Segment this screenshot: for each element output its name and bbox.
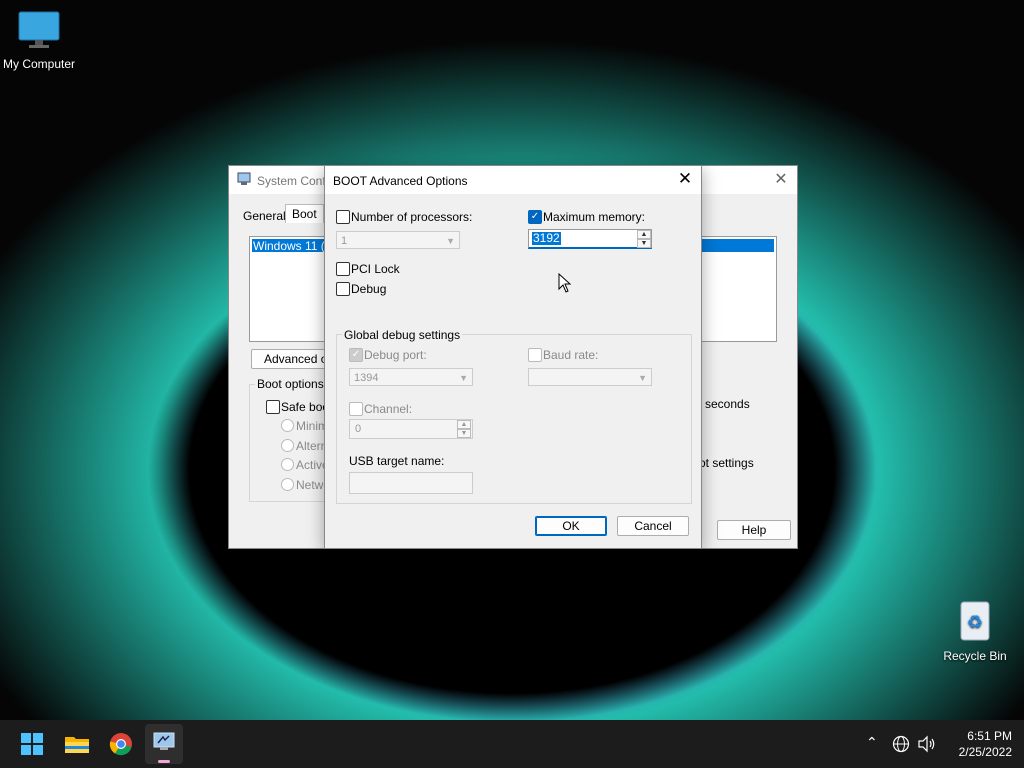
channel-spin-up-button[interactable]: ▲ xyxy=(457,420,471,429)
seconds-label: seconds xyxy=(705,397,750,411)
msconfig-app-icon xyxy=(237,172,251,185)
volume-icon[interactable] xyxy=(917,735,937,753)
clock-date: 2/25/2022 xyxy=(958,745,1012,759)
clock[interactable]: 6:51 PM 2/25/2022 xyxy=(940,728,1012,760)
memory-spin-up-button[interactable]: ▲ xyxy=(637,230,651,239)
debug-port-label: Debug port: xyxy=(364,348,427,362)
boot-advanced-options-dialog: BOOT Advanced Options ✕ Number of proces… xyxy=(324,165,702,549)
safe-boot-label: Safe boo xyxy=(281,400,330,414)
desktop-icon-label: My Computer xyxy=(2,57,76,71)
network-globe-icon[interactable] xyxy=(892,735,910,753)
debug-checkbox[interactable] xyxy=(336,282,350,296)
file-explorer-icon[interactable] xyxy=(63,730,91,758)
help-button[interactable]: Help xyxy=(717,520,791,540)
cancel-button[interactable]: Cancel xyxy=(617,516,689,536)
window-title: System Conf xyxy=(257,174,326,188)
number-of-processors-checkbox[interactable] xyxy=(336,210,350,224)
debug-label: Debug xyxy=(351,282,387,296)
desktop-icon-recycle-bin[interactable]: ♻ Recycle Bin xyxy=(942,598,1008,663)
selected-value: 1394 xyxy=(354,372,379,384)
clock-time: 6:51 PM xyxy=(967,729,1012,743)
ok-button[interactable]: OK xyxy=(535,516,607,536)
chrome-icon[interactable] xyxy=(107,730,135,758)
baud-rate-checkbox[interactable] xyxy=(528,348,542,362)
close-icon[interactable]: ✕ xyxy=(771,170,791,190)
boot-settings-label: ot settings xyxy=(699,456,754,470)
pci-lock-checkbox[interactable] xyxy=(336,262,350,276)
baud-rate-select[interactable]: ▼ xyxy=(528,368,652,386)
pci-lock-label: PCI Lock xyxy=(351,262,400,276)
usb-target-name-label: USB target name: xyxy=(349,454,445,468)
maximum-memory-label: Maximum memory: xyxy=(543,210,646,224)
radio-alternate-shell[interactable] xyxy=(281,439,294,452)
debug-port-checkbox[interactable]: ✓ xyxy=(349,348,363,362)
channel-label: Channel: xyxy=(364,402,413,416)
active-indicator xyxy=(158,760,170,763)
radio-network[interactable] xyxy=(281,478,294,491)
monitor-icon xyxy=(18,11,60,48)
chevron-down-icon: ▼ xyxy=(459,373,468,383)
channel-field[interactable]: 0 xyxy=(349,419,473,439)
active-app-highlight[interactable] xyxy=(145,724,183,764)
desktop-icon-label: Recycle Bin xyxy=(943,649,1007,663)
radio-label: Altern xyxy=(296,439,328,453)
chevron-down-icon: ▼ xyxy=(446,236,455,246)
svg-text:♻: ♻ xyxy=(967,612,983,633)
memory-spin-down-button[interactable]: ▼ xyxy=(637,239,651,248)
recycle-bin-icon: ♻ xyxy=(960,601,990,641)
number-of-processors-select[interactable]: 1 ▼ xyxy=(336,231,460,249)
baud-rate-label: Baud rate: xyxy=(543,348,599,362)
msconfig-app-icon xyxy=(153,732,175,750)
channel-checkbox[interactable] xyxy=(349,402,363,416)
debug-port-select[interactable]: 1394 ▼ xyxy=(349,368,473,386)
dialog-title: BOOT Advanced Options xyxy=(333,174,468,188)
maximum-memory-value: 3192 xyxy=(532,231,561,245)
chevron-down-icon: ▼ xyxy=(638,373,647,383)
start-icon[interactable] xyxy=(18,730,46,758)
desktop-icon-my-computer[interactable]: My Computer xyxy=(0,10,78,71)
channel-spin-down-button[interactable]: ▼ xyxy=(457,429,471,438)
selected-value: 1 xyxy=(341,235,348,247)
show-hidden-icons-chevron-icon[interactable]: ⌃ xyxy=(866,735,878,751)
usb-target-name-field[interactable] xyxy=(349,472,473,494)
title-bar: BOOT Advanced Options ✕ xyxy=(325,166,701,194)
close-icon[interactable]: ✕ xyxy=(675,169,695,189)
radio-minimal[interactable] xyxy=(281,419,294,432)
boot-options-label: Boot options xyxy=(255,377,326,391)
maximum-memory-field[interactable]: 3192 xyxy=(528,229,652,249)
maximum-memory-checkbox[interactable]: ✓ xyxy=(528,210,542,224)
safe-boot-checkbox[interactable] xyxy=(266,400,280,414)
number-of-processors-label: Number of processors: xyxy=(351,210,473,224)
taskbar: ⌃ 6:51 PM 2/25/2022 xyxy=(0,720,1024,768)
radio-active-directory[interactable] xyxy=(281,458,294,471)
mouse-cursor-icon xyxy=(558,273,572,293)
tab-general[interactable]: General xyxy=(237,207,292,225)
global-debug-settings-label: Global debug settings xyxy=(342,328,463,342)
tab-boot[interactable]: Boot xyxy=(285,204,324,223)
channel-value: 0 xyxy=(355,423,362,435)
